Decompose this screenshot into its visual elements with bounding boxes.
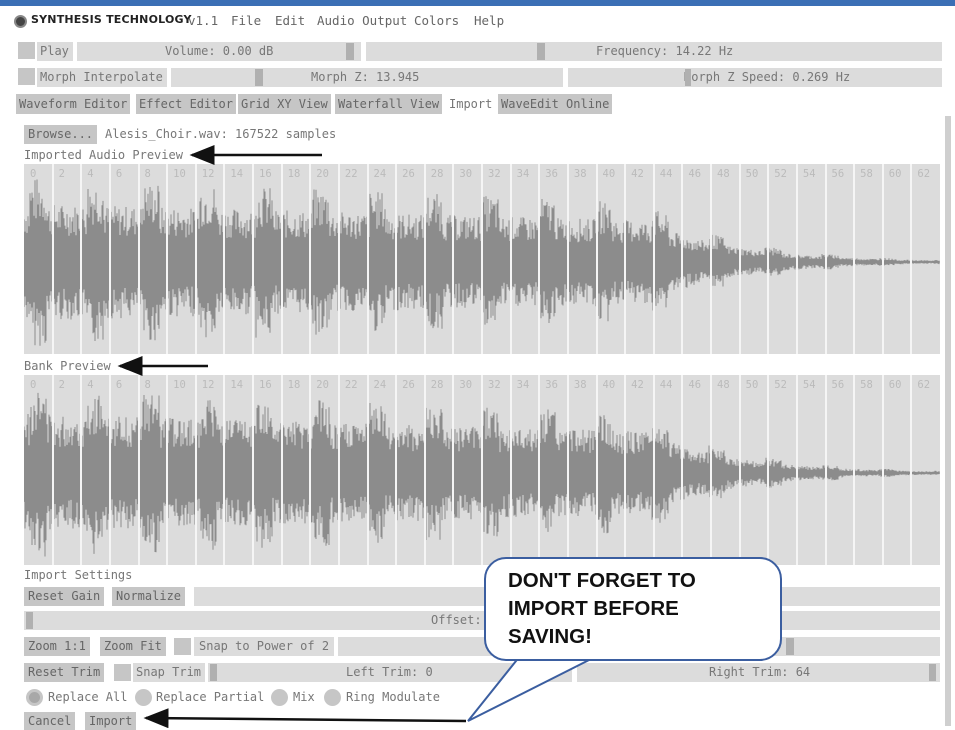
callout-line-1: DON'T FORGET TO: [508, 569, 696, 592]
annotation-overlay: [117, 145, 701, 729]
callout-tail: [467, 654, 596, 722]
callout-line-2: IMPORT BEFORE: [508, 597, 679, 620]
callout-line-3: SAVING!: [508, 625, 592, 648]
reminder-callout: DON'T FORGET TO IMPORT BEFORE SAVING!: [484, 557, 782, 661]
import-arrow-icon: [143, 708, 467, 729]
